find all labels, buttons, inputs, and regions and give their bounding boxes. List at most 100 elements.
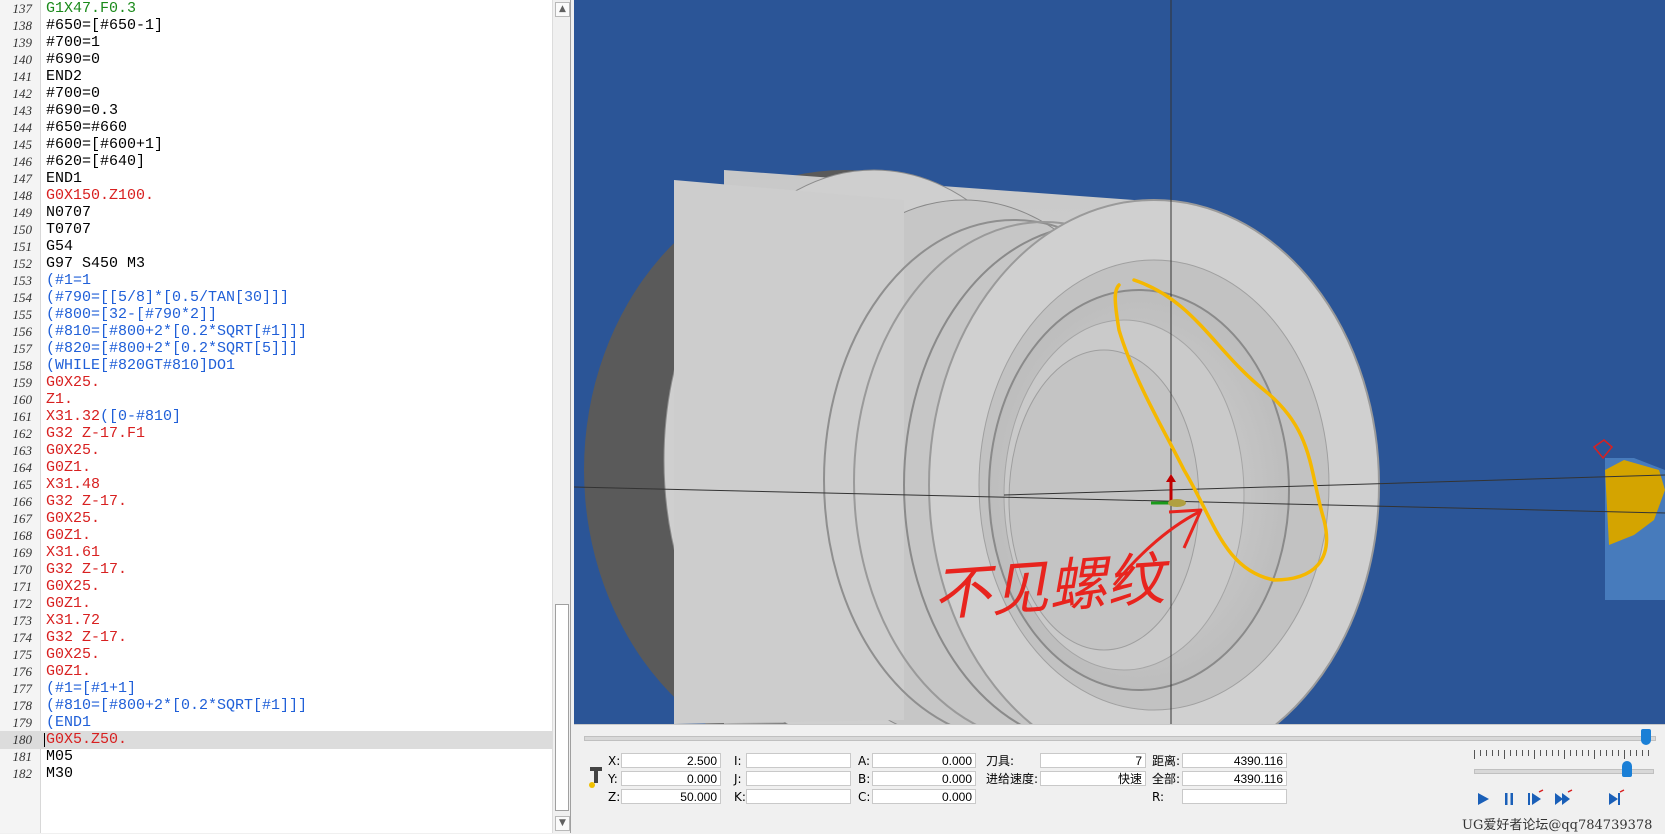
code-line[interactable]: 158 (WHILE[#820GT#810]DO1 [0,357,552,375]
code-line[interactable]: 168 G0Z1. [0,527,552,545]
code-line[interactable]: 152 G97 S450 M3 [0,255,552,273]
code-line[interactable]: 181 M05 [0,748,552,766]
code-line[interactable]: 157 (#820=[#800+2*[0.2*SQRT[5]]] [0,340,552,358]
code-line[interactable]: 153 (#1=1 [0,272,552,290]
c-label: C: [858,790,871,804]
speed-tick [1600,750,1601,756]
code-text: END1 [46,170,83,187]
tool-icon [589,767,602,788]
code-line[interactable]: 159 G0X25. [0,374,552,392]
line-number: 161 [12,409,33,424]
code-line[interactable]: 179 (END1 [0,714,552,732]
line-number: 137 [12,1,33,16]
r-value [1182,789,1287,804]
code-line[interactable]: 178 (#810=[#800+2*[0.2*SQRT[#1]]] [0,697,552,715]
code-line[interactable]: 170 G32 Z-17. [0,561,552,579]
line-number: 155 [12,307,33,322]
code-line[interactable]: 154 (#790=[[5/8]*[0.5/TAN[30]]] [0,289,552,307]
line-number: 146 [12,154,33,169]
play-icon[interactable] [1472,789,1494,809]
code-line[interactable]: 140 #690=0 [0,51,552,69]
code-text: G0X25. [46,374,101,391]
code-text: G1X47.F0.3 [46,0,137,17]
code-line[interactable]: 155 (#800=[32-[#790*2]] [0,306,552,324]
r-label: R: [1152,790,1165,804]
z-label: Z: [608,790,621,804]
code-line[interactable]: 182 M30 [0,765,552,783]
code-text: END2 [46,68,83,85]
scrollbar-thumb[interactable] [555,604,569,811]
code-line[interactable]: 172 G0Z1. [0,595,552,613]
scroll-up-icon[interactable]: ▲ [555,2,570,17]
speed-tick [1630,750,1631,756]
code-line[interactable]: 164 G0Z1. [0,459,552,477]
code-line[interactable]: 166 G32 Z-17. [0,493,552,511]
code-line[interactable]: 175 G0X25. [0,646,552,664]
code-line[interactable]: 177 (#1=[#1+1] [0,680,552,698]
code-text: #700=0 [46,85,101,102]
code-line[interactable]: 149 N0707 [0,204,552,222]
code-line[interactable]: 150 T0707 [0,221,552,239]
b-value: 0.000 [872,771,976,786]
code-line[interactable]: 144 #650=#660 [0,119,552,137]
code-line[interactable]: 147 END1 [0,170,552,188]
speed-tick [1576,750,1577,756]
code-line[interactable]: 169 X31.61 [0,544,552,562]
code-text: X31.48 [46,476,101,493]
code-line[interactable]: 156 (#810=[#800+2*[0.2*SQRT[#1]]] [0,323,552,341]
watermark: UG爱好者论坛@qq784739378 [1462,818,1653,833]
line-number: 150 [12,222,33,237]
speed-tick [1618,750,1619,756]
speed-tick [1612,750,1613,756]
code-lines[interactable]: 137 G1X47.F0.3 138 #650=[#650-1] 139 #700=1 14… [0,0,552,833]
code-line[interactable]: 138 #650=[#650-1] [0,17,552,35]
code-line[interactable]: 162 G32 Z-17.F1 [0,425,552,443]
code-line[interactable]: 171 G0X25. [0,578,552,596]
code-line[interactable]: 167 G0X25. [0,510,552,528]
code-line[interactable]: 151 G54 [0,238,552,256]
scroll-down-icon[interactable]: ▼ [555,816,570,831]
code-text: M05 [46,748,74,765]
code-line[interactable]: 142 #700=0 [0,85,552,103]
line-number: 142 [12,86,33,101]
code-line[interactable]: 139 #700=1 [0,34,552,52]
code-line[interactable]: 174 G32 Z-17. [0,629,552,647]
code-line[interactable]: 163 G0X25. [0,442,552,460]
simulation-progress-thumb[interactable] [1641,729,1651,745]
code-line[interactable]: 137 G1X47.F0.3 [0,0,552,18]
code-line[interactable]: 145 #600=[#600+1] [0,136,552,154]
speed-tick [1582,750,1583,756]
code-text: #600=[#600+1] [46,136,164,153]
line-number: 175 [12,647,33,662]
code-line[interactable]: 165 X31.48 [0,476,552,494]
simulation-progress-track[interactable] [584,736,1656,741]
code-text: G32 Z-17.F1 [46,425,146,442]
k-label: K: [734,790,746,804]
speed-tick [1570,750,1571,756]
code-text: #690=0 [46,51,101,68]
code-editor[interactable]: 137 G1X47.F0.3 138 #650=[#650-1] 139 #700=1 14… [0,0,571,833]
code-line[interactable]: 161 X31.32([0-#810] [0,408,552,426]
code-line[interactable]: 176 G0Z1. [0,663,552,681]
pause-icon[interactable] [1498,789,1520,809]
speed-tick [1510,750,1511,756]
code-line[interactable]: 146 #620=[#640] [0,153,552,171]
code-line[interactable]: 160 Z1. [0,391,552,409]
code-line[interactable]: 180 G0X5.Z50. [0,731,552,749]
speed-slider-thumb[interactable] [1622,761,1632,777]
fast-forward-icon[interactable] [1552,789,1574,809]
code-text: G54 [46,238,74,255]
vertical-scrollbar[interactable]: ▲ ▼ [552,0,570,833]
line-number: 144 [12,120,33,135]
b-label: B: [858,772,871,786]
line-number: 166 [12,494,33,509]
code-line[interactable]: 148 G0X150.Z100. [0,187,552,205]
line-number: 170 [12,562,33,577]
simulation-viewport[interactable]: 不见螺纹 [574,0,1665,724]
code-line[interactable]: 173 X31.72 [0,612,552,630]
k-value [746,789,851,804]
code-line[interactable]: 141 END2 [0,68,552,86]
code-line[interactable]: 143 #690=0.3 [0,102,552,120]
skip-to-end-icon[interactable] [1604,789,1626,809]
step-forward-icon[interactable] [1524,789,1546,809]
